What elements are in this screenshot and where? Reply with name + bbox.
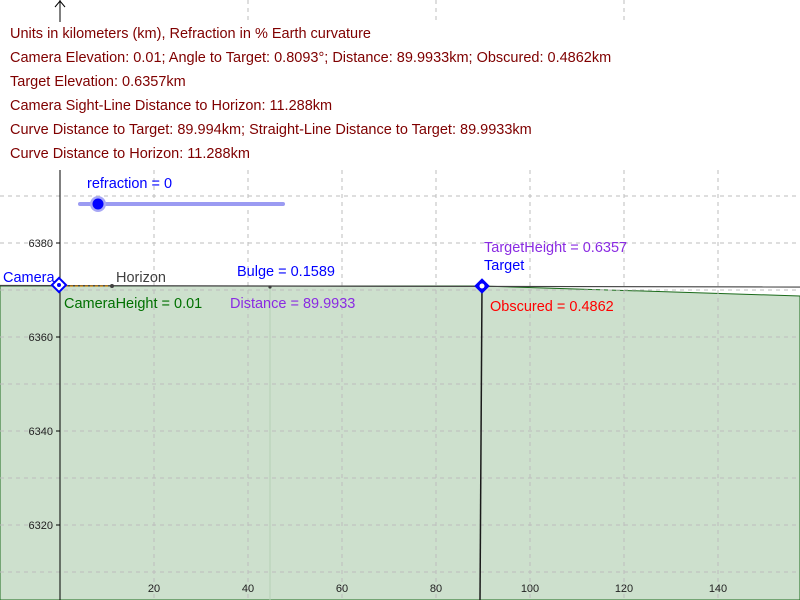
bulge-point[interactable] — [268, 285, 272, 289]
horizon-label: Horizon — [116, 270, 166, 286]
y-tick-label: 6360 — [29, 332, 53, 344]
y-tick-label: 6380 — [29, 238, 53, 250]
info-line-curve-horizon: Curve Distance to Horizon: 11.288km — [10, 146, 250, 162]
obscured-label: Obscured = 0.4862 — [490, 299, 614, 315]
target-label: Target — [484, 258, 524, 274]
x-tick-label: 80 — [430, 583, 442, 595]
refraction-slider-label: refraction = 0 — [87, 176, 172, 192]
camera-height-label: CameraHeight = 0.01 — [64, 296, 202, 312]
horizon-point[interactable] — [110, 284, 114, 288]
x-tick-label: 40 — [242, 583, 254, 595]
camera-label: Camera — [3, 270, 56, 286]
x-tick-label: 60 — [336, 583, 348, 595]
x-tick-label: 20 — [148, 583, 160, 595]
distance-label: Distance = 89.9933 — [230, 296, 355, 312]
info-line-target-elevation: Target Elevation: 0.6357km — [10, 74, 186, 90]
info-line-camera: Camera Elevation: 0.01; Angle to Target:… — [10, 50, 612, 66]
bulge-label: Bulge = 0.1589 — [237, 264, 335, 280]
info-line-sightline: Camera Sight-Line Distance to Horizon: 1… — [10, 98, 333, 114]
diagram-canvas: 20 40 60 80 100 120 140 6320 6340 6360 6380 Camer… — [0, 0, 800, 600]
target-height-label: TargetHeight = 0.6357 — [484, 240, 627, 256]
info-line-curve-distance: Curve Distance to Target: 89.994km; Stra… — [10, 122, 532, 138]
y-tick-label: 6320 — [29, 520, 53, 532]
refraction-slider-handle-core[interactable] — [92, 198, 104, 210]
y-tick-label: 6340 — [29, 426, 53, 438]
x-tick-label: 120 — [615, 583, 633, 595]
x-tick-label: 140 — [709, 583, 727, 595]
info-line-units: Units in kilometers (km), Refraction in … — [10, 26, 371, 42]
earth-surface-region — [0, 285, 800, 600]
x-tick-label: 100 — [521, 583, 539, 595]
